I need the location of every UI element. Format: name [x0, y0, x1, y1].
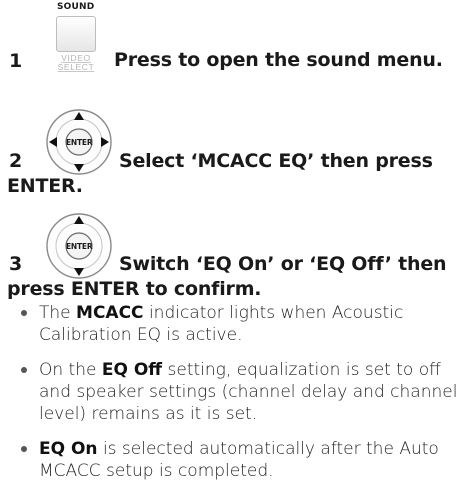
enter-dial-label: ENTER — [66, 138, 93, 147]
note-2-bold: EQ Off — [101, 360, 163, 380]
enter-dial-icon[interactable]: ENTER — [46, 109, 112, 175]
bullet-dot — [21, 446, 27, 452]
note-1-prefix: The — [39, 303, 77, 323]
note-1-bold: MCACC — [76, 303, 144, 323]
step-1-text: Press to open the sound menu. — [114, 49, 443, 71]
step-2-number: 2 — [9, 150, 23, 172]
step-2-text-line2: ENTER. — [7, 175, 83, 197]
sound-button[interactable] — [56, 16, 96, 52]
step-3-text-line2: press ENTER to confirm. — [7, 278, 262, 300]
video-select-label-line2: SELECT — [57, 62, 95, 72]
enter-dial-icon-2[interactable]: ENTER — [46, 213, 112, 279]
note-3-text: is selected automatically after the Auto… — [39, 439, 439, 481]
bullet-dot — [21, 367, 27, 373]
note-mcacc-indicator: The MCACC indicator lights when Acoustic… — [14, 302, 460, 346]
note-eq-off: On the EQ Off setting, equalization is s… — [14, 359, 460, 425]
note-2-prefix: On the — [39, 360, 102, 380]
note-3-bold: EQ On — [39, 439, 98, 459]
step-3-number: 3 — [9, 253, 23, 275]
enter-dial-label-2: ENTER — [66, 242, 93, 251]
bullet-dot — [21, 310, 27, 316]
step-1-number: 1 — [9, 50, 23, 72]
notes-list: The MCACC indicator lights when Acoustic… — [14, 302, 460, 495]
video-select-label: VIDEO SELECT — [48, 54, 104, 72]
step-2-text-line1: Select ‘MCACC EQ’ then press — [119, 150, 433, 172]
step-3-text-line1: Switch ‘EQ On’ or ‘EQ Off’ then — [119, 253, 447, 275]
sound-button-label: SOUND — [57, 2, 95, 12]
note-eq-on: EQ On is selected automatically after th… — [14, 438, 460, 482]
